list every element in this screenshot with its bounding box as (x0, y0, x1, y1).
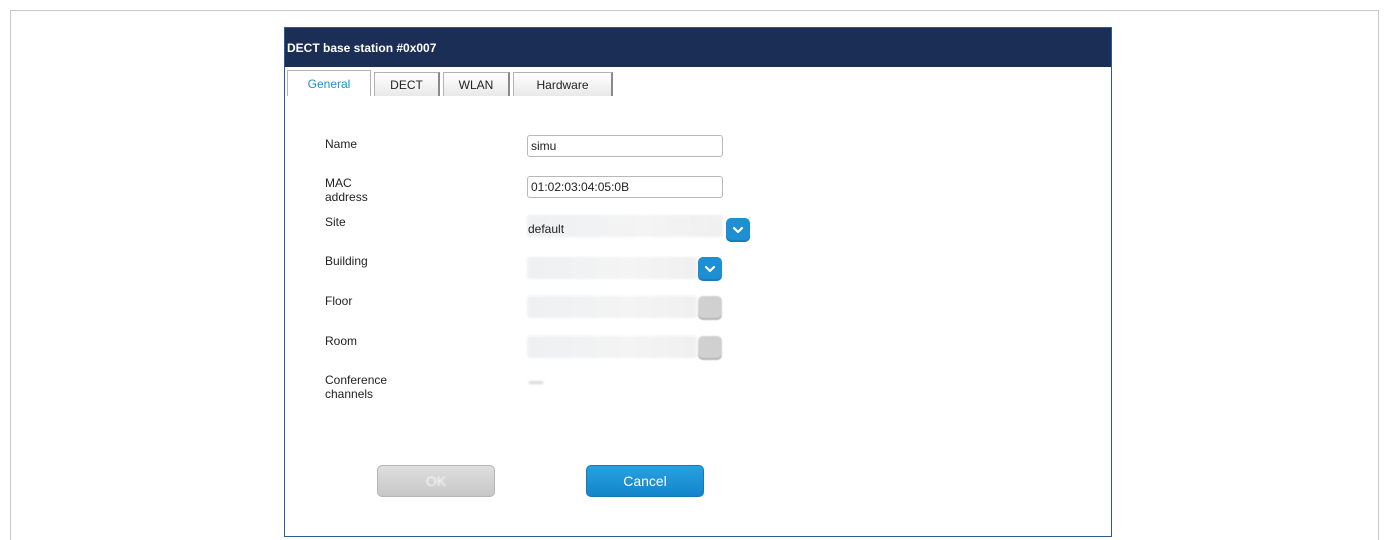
floor-label: Floor (325, 294, 353, 308)
tab-dect[interactable]: DECT (374, 72, 440, 96)
chevron-down-icon (732, 226, 744, 234)
room-dropdown-button (698, 336, 722, 360)
cancel-button[interactable]: Cancel (586, 465, 704, 497)
site-label: Site (325, 215, 346, 229)
name-label: Name (325, 137, 358, 151)
tab-general[interactable]: General (287, 70, 371, 96)
floor-dropdown-button (698, 296, 722, 320)
tab-bar: General DECT WLAN Hardware (287, 70, 616, 96)
conference-value (529, 381, 543, 384)
mac-label: MAC address (325, 176, 368, 204)
tab-wlan[interactable]: WLAN (443, 72, 510, 96)
building-label: Building (325, 254, 368, 268)
name-input[interactable] (527, 135, 723, 157)
ok-button: OK (377, 465, 495, 497)
room-select (527, 336, 697, 358)
chevron-down-icon (704, 265, 716, 273)
room-label: Room (325, 334, 358, 348)
base-station-dialog: DECT base station #0x007 General DECT WL… (284, 27, 1112, 537)
conference-label: Conference channels (325, 373, 388, 401)
floor-select (527, 296, 697, 318)
tab-hardware[interactable]: Hardware (513, 72, 613, 96)
dialog-title: DECT base station #0x007 (285, 28, 1111, 67)
site-select-value[interactable]: default (528, 222, 564, 236)
mac-input[interactable] (527, 176, 723, 198)
ok-button-label: OK (425, 473, 447, 489)
cancel-button-label: Cancel (623, 473, 667, 489)
building-dropdown-button[interactable] (698, 257, 722, 281)
site-dropdown-button[interactable] (726, 218, 750, 242)
building-select[interactable] (527, 257, 697, 279)
